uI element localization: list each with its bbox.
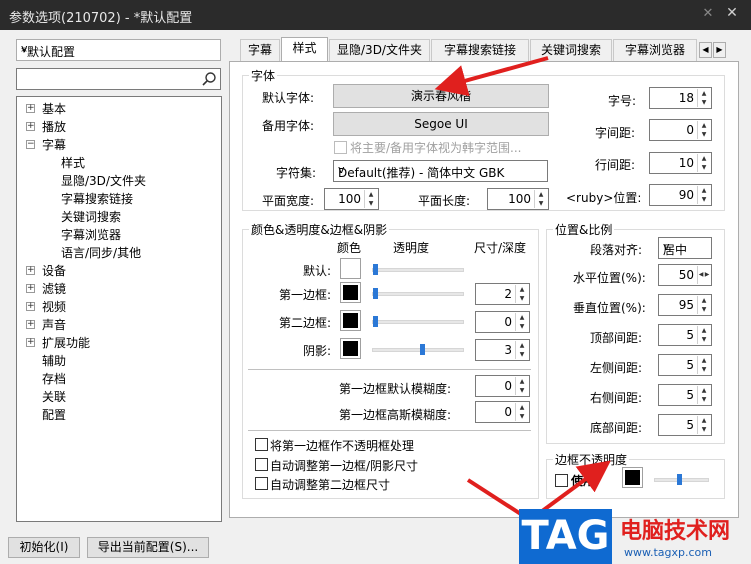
annotation-arrow-font [434,56,549,97]
watermark-badge: TAG [519,509,612,564]
annotation-arrows [434,56,611,522]
watermark-url: www.tagxp.com [624,546,712,559]
watermark-logo: TAG 电脑技术网 www.tagxp.com [519,509,751,564]
watermark-site-name: 电脑技术网 [620,519,731,544]
